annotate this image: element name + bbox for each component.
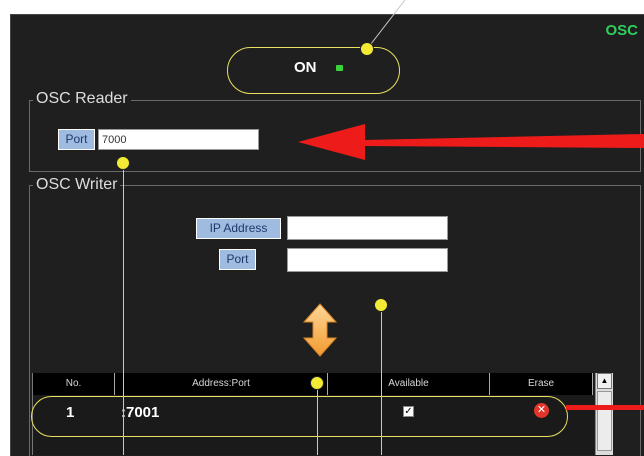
annotation-leader-port bbox=[123, 168, 124, 455]
column-header-available[interactable]: Available bbox=[328, 373, 490, 395]
scroll-up-icon[interactable]: ▲ bbox=[597, 373, 612, 389]
annotation-leader-arrow bbox=[381, 310, 382, 455]
writer-port-input[interactable] bbox=[287, 248, 448, 272]
reader-port-label: Port bbox=[58, 129, 95, 150]
annotation-dot-port bbox=[116, 156, 130, 170]
column-header-erase[interactable]: Erase bbox=[490, 373, 593, 395]
osc-reader-title: OSC Reader bbox=[33, 91, 131, 107]
osc-writer-title: OSC Writer bbox=[33, 177, 121, 193]
annotation-leader-address bbox=[317, 388, 318, 455]
writer-port-label: Port bbox=[219, 249, 256, 270]
osc-title: OSC bbox=[605, 22, 638, 39]
annotation-dot-arrow bbox=[374, 298, 388, 312]
annotation-line-erase bbox=[566, 405, 644, 410]
writer-ip-label: IP Address bbox=[196, 218, 281, 239]
annotation-ellipse-row bbox=[31, 396, 568, 437]
reader-port-input[interactable] bbox=[98, 129, 259, 150]
column-header-no[interactable]: No. bbox=[33, 373, 115, 395]
annotation-dot-address bbox=[310, 376, 324, 390]
annotation-arrow-icon bbox=[298, 124, 644, 160]
writer-ip-input[interactable] bbox=[287, 216, 448, 240]
column-header-address[interactable]: Address:Port bbox=[115, 373, 328, 395]
annotation-ellipse-status bbox=[227, 47, 400, 94]
swap-arrow-icon[interactable] bbox=[300, 302, 340, 358]
annotation-dot-status bbox=[360, 42, 374, 56]
